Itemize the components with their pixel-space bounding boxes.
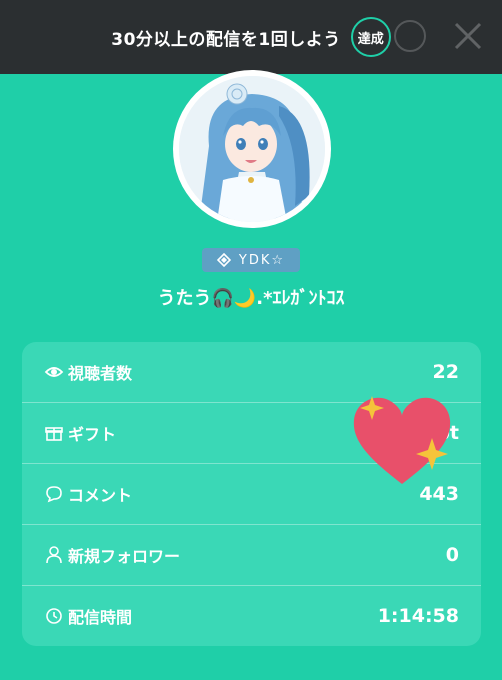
eye-icon	[44, 367, 64, 377]
comment-icon	[46, 486, 62, 503]
stat-label-gifts: ギフト	[68, 425, 117, 444]
stat-row-new-followers: 新規フォロワー 0	[22, 525, 481, 585]
stat-label-new-followers: 新規フォロワー	[68, 547, 181, 566]
person-icon	[46, 546, 62, 564]
avatar-image	[179, 76, 325, 222]
close-icon[interactable]	[448, 16, 488, 56]
stat-label-viewers: 視聴者数	[68, 364, 133, 383]
rank-label: YDK☆	[238, 252, 286, 268]
gift-icon	[45, 427, 63, 441]
clock-icon	[46, 608, 62, 624]
diamond-icon	[216, 253, 231, 267]
avatar	[173, 70, 331, 228]
heart-reaction-icon	[353, 396, 451, 484]
mission-text: 30分以上の配信を1回しよう	[111, 29, 341, 50]
username: うたう🎧🌙.*ｴﾚｶﾞﾝﾄｺｽ	[157, 288, 345, 309]
faded-icon	[394, 20, 426, 52]
stat-label-comments: コメント	[68, 486, 133, 505]
achieved-badge: 達成	[350, 17, 391, 57]
stat-value-viewers: 22	[432, 361, 459, 383]
stat-label-stream-time: 配信時間	[68, 608, 133, 627]
mission-banner: 30分以上の配信を1回しよう 達成	[0, 0, 502, 74]
rank-badge: YDK☆	[202, 248, 300, 272]
stat-row-stream-time: 配信時間 1:14:58	[22, 586, 481, 646]
stat-value-new-followers: 0	[445, 544, 459, 566]
stat-value-stream-time: 1:14:58	[377, 605, 459, 627]
